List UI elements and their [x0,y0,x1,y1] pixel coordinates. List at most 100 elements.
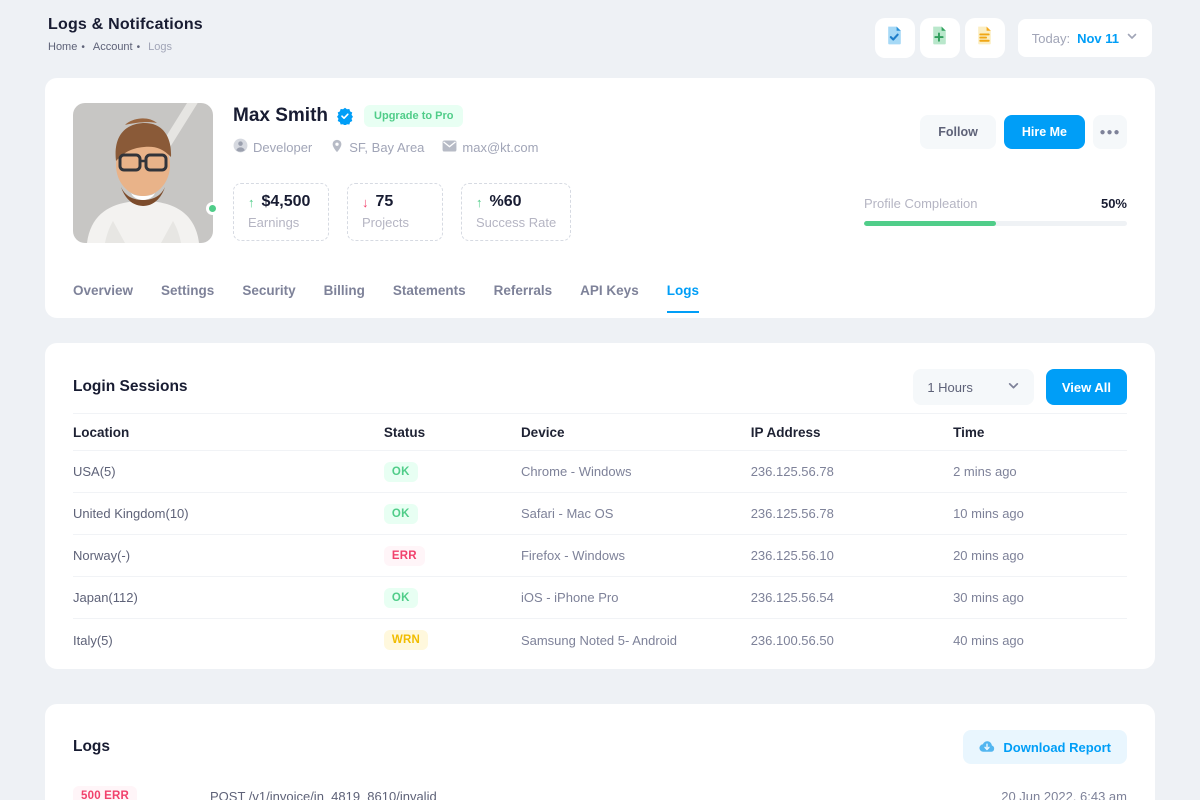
stat-value: %60 [490,193,522,211]
today-label: Today: [1032,31,1070,46]
profile-completion: Profile Compleation 50% [864,196,1127,226]
logs-card: Logs Download Report 500 ERR POST /v1/in… [45,704,1155,800]
stat-value: 75 [376,193,394,211]
cell-location: Japan(112) [73,590,384,605]
ellipsis-icon: ●●● [1099,127,1120,138]
stat-label: Success Rate [476,215,556,230]
file-lines-button[interactable] [965,18,1005,58]
stat-success-rate: ↑ %60 Success Rate [461,183,571,241]
page-heading: Logs & Notifcations Home • Account • Log… [48,16,203,53]
profile-actions-panel: Follow Hire Me ●●● Profile Compleation 5… [864,115,1127,226]
avatar [73,103,213,243]
cell-device: Safari - Mac OS [521,506,751,521]
chevron-down-icon [1126,29,1138,47]
profile-role: Developer [233,138,312,156]
profile-location-label: SF, Bay Area [349,140,424,155]
stat-value: $4,500 [262,193,311,211]
progress-track [864,221,1127,226]
file-check-button[interactable] [875,18,915,58]
tab-referrals[interactable]: Referrals [494,283,553,313]
cell-ip: 236.125.56.10 [751,548,953,563]
stat-earnings: ↑ $4,500 Earnings [233,183,329,241]
chevron-down-icon [1007,379,1020,395]
status-badge: WRN [384,630,428,650]
stat-projects: ↓ 75 Projects [347,183,443,241]
cell-time: 30 mins ago [953,590,1127,605]
cell-device: Chrome - Windows [521,464,751,479]
log-entry-row: 500 ERR POST /v1/invoice/in_4819_8610/in… [73,786,1127,800]
view-all-button[interactable]: View All [1046,369,1127,405]
topbar-actions: Today: Nov 11 [875,18,1152,58]
hire-me-button[interactable]: Hire Me [1004,115,1085,149]
topbar: Logs & Notifcations Home • Account • Log… [0,0,1200,58]
breadcrumb-home[interactable]: Home [48,41,77,53]
hours-filter-value: 1 Hours [927,380,973,395]
cell-ip: 236.100.56.50 [751,633,953,648]
col-status: Status [384,425,521,440]
profile-tabs: Overview Settings Security Billing State… [73,283,1127,313]
cell-time: 40 mins ago [953,633,1127,648]
breadcrumb-logs: Logs [148,41,172,53]
upgrade-to-pro-badge[interactable]: Upgrade to Pro [364,105,463,127]
trend-up-icon: ↑ [476,195,483,210]
tab-api-keys[interactable]: API Keys [580,283,639,313]
login-sessions-card: Login Sessions 1 Hours View All Location… [45,343,1155,669]
col-time: Time [953,425,1127,440]
breadcrumb-separator: • [81,42,85,53]
progress-label: Profile Compleation [864,196,977,211]
tab-statements[interactable]: Statements [393,283,466,313]
cell-time: 10 mins ago [953,506,1127,521]
hours-filter-select[interactable]: 1 Hours [913,369,1034,405]
cell-location: Italy(5) [73,633,384,648]
login-sessions-title: Login Sessions [73,378,188,396]
profile-name: Max Smith [233,105,328,127]
date-picker[interactable]: Today: Nov 11 [1018,19,1152,57]
cell-ip: 236.125.56.78 [751,506,953,521]
cell-location: United Kingdom(10) [73,506,384,521]
col-device: Device [521,425,751,440]
table-row: USA(5) OK Chrome - Windows 236.125.56.78… [73,451,1127,493]
file-plus-button[interactable] [920,18,960,58]
cell-time: 20 mins ago [953,548,1127,563]
file-plus-icon [929,25,950,51]
status-badge: OK [384,504,418,524]
more-options-button[interactable]: ●●● [1093,115,1127,149]
profile-email-label: max@kt.com [462,140,538,155]
tab-security[interactable]: Security [242,283,295,313]
status-badge: ERR [384,546,425,566]
profile-info: Max Smith Upgrade to Pro Developer [233,103,571,243]
breadcrumb-account[interactable]: Account [93,41,133,53]
cell-location: USA(5) [73,464,384,479]
table-row: Japan(112) OK iOS - iPhone Pro 236.125.5… [73,577,1127,619]
tab-logs[interactable]: Logs [667,283,699,313]
cloud-download-icon [979,739,995,756]
stat-label: Earnings [248,215,314,230]
table-row: Norway(-) ERR Firefox - Windows 236.125.… [73,535,1127,577]
cell-ip: 236.125.56.78 [751,464,953,479]
profile-location: SF, Bay Area [330,139,424,156]
status-badge: OK [384,462,418,482]
log-path: POST /v1/invoice/in_4819_8610/invalid [210,789,1001,800]
tab-overview[interactable]: Overview [73,283,133,313]
map-pin-icon [330,139,344,156]
table-header-row: Location Status Device IP Address Time [73,413,1127,451]
progress-fill [864,221,996,226]
person-icon [233,138,248,156]
verified-badge-icon [336,107,354,125]
tab-settings[interactable]: Settings [161,283,214,313]
profile-email: max@kt.com [442,140,538,155]
status-badge: OK [384,588,418,608]
download-report-button[interactable]: Download Report [963,730,1127,764]
log-date: 20 Jun 2022, 6:43 am [1001,789,1127,800]
file-lines-icon [974,25,995,51]
trend-down-icon: ↓ [362,195,369,210]
envelope-icon [442,140,457,155]
follow-button[interactable]: Follow [920,115,996,149]
stat-label: Projects [362,215,428,230]
trend-up-icon: ↑ [248,195,255,210]
tab-billing[interactable]: Billing [324,283,365,313]
progress-value: 50% [1101,196,1127,211]
profile-stats: ↑ $4,500 Earnings ↓ 75 Projects ↑ %60 [233,183,571,241]
col-ip: IP Address [751,425,953,440]
profile-role-label: Developer [253,140,312,155]
